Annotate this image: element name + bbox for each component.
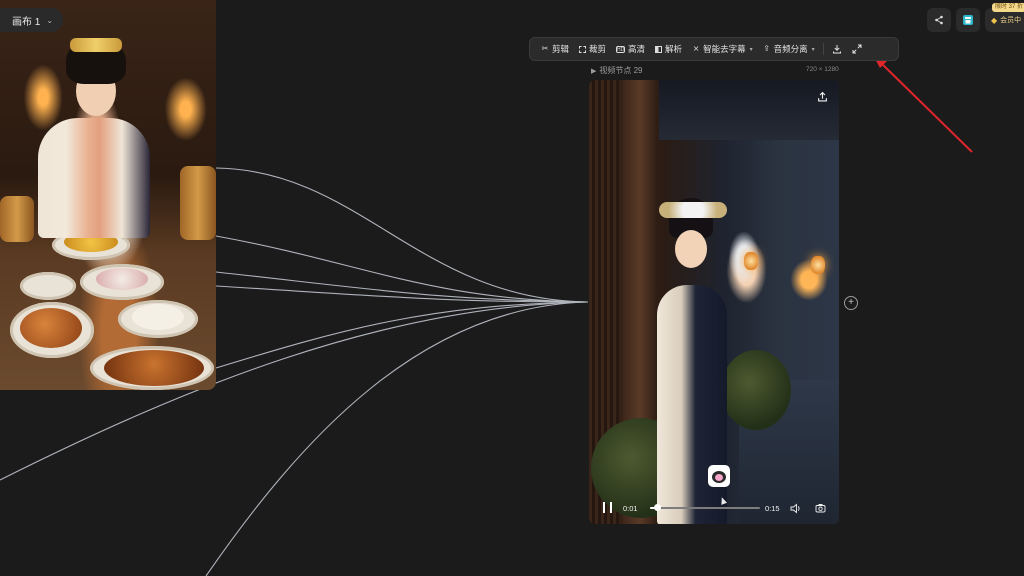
pause-icon[interactable]	[603, 502, 612, 513]
plate	[20, 272, 76, 300]
crop-button[interactable]: 裁剪	[574, 41, 611, 57]
food	[132, 304, 184, 330]
connection-line	[215, 167, 589, 303]
upload-icon	[818, 91, 827, 102]
food	[20, 308, 82, 348]
lantern	[811, 256, 825, 274]
total-time: 0:15	[765, 504, 780, 513]
hd-icon: HD	[616, 45, 626, 53]
share-icon	[935, 15, 943, 25]
food	[104, 350, 204, 386]
expand-button[interactable]	[847, 42, 867, 56]
diamond-icon: ◆	[991, 15, 998, 25]
scissors-icon: ✂	[541, 44, 549, 53]
promo-badge: 限时 37 折	[992, 3, 1024, 12]
crop-label: 裁剪	[589, 44, 607, 54]
chevron-down-icon: ⌄	[46, 15, 54, 25]
camera-icon[interactable]	[815, 503, 826, 513]
hd-label: 高清	[628, 44, 646, 54]
video-toolbar: ✂ 剪辑 裁剪 HD 高清 解析 ⨯ 智能去字幕 ▾ ⇪ 音频分离 ▾	[529, 37, 899, 61]
plus-icon: +	[848, 297, 854, 308]
remove-subtitle-button[interactable]: ⨯ 智能去字幕 ▾	[687, 41, 758, 57]
image-node[interactable]	[0, 0, 216, 390]
video-player[interactable]	[589, 80, 839, 524]
analyze-button[interactable]: 解析	[650, 41, 687, 57]
add-node-button[interactable]: +	[844, 296, 858, 310]
download-button[interactable]	[827, 42, 847, 56]
audio-split-icon: ⇪	[763, 44, 770, 53]
headdress	[659, 202, 727, 218]
cursor-sticker-avatar	[708, 465, 730, 487]
audio-split-label: 音频分离	[773, 44, 808, 54]
upload-button[interactable]	[817, 89, 828, 107]
crop-icon	[579, 45, 587, 53]
figure-face	[675, 230, 707, 268]
toolbar-divider	[822, 43, 824, 55]
roof	[659, 80, 839, 140]
video-controls: 0:01 0:15	[589, 496, 839, 522]
analyze-icon	[655, 45, 663, 53]
edit-label: 剪辑	[552, 44, 570, 54]
figure-robe	[38, 118, 150, 238]
video-dimensions: 720 × 1280	[806, 66, 839, 73]
food	[180, 166, 216, 240]
chevron-down-icon: ▾	[749, 46, 753, 53]
food	[96, 268, 148, 290]
canvas-tab[interactable]: 画布 1 ⌄	[0, 8, 64, 32]
remove-subtitle-label: 智能去字幕	[703, 44, 746, 54]
remove-subtitle-icon: ⨯	[692, 44, 700, 53]
edit-button[interactable]: ✂ 剪辑	[536, 41, 574, 57]
video-node-title: 视频节点 29	[599, 66, 643, 75]
volume-icon[interactable]	[790, 503, 802, 514]
progress-track[interactable]	[650, 507, 760, 509]
audio-split-button[interactable]: ⇪ 音频分离 ▾	[758, 41, 820, 57]
chevron-down-icon: ▾	[811, 46, 815, 53]
store-button[interactable]	[956, 8, 980, 32]
bush	[721, 350, 791, 430]
store-icon	[963, 15, 973, 25]
connection-line	[205, 301, 589, 576]
annotation-arrow	[873, 55, 973, 153]
hd-button[interactable]: HD 高清	[611, 41, 650, 57]
play-triangle-icon: ▶	[591, 67, 597, 75]
current-time: 0:01	[623, 504, 638, 513]
lantern	[744, 252, 758, 270]
expand-icon	[852, 44, 862, 54]
vip-label: 会员中	[1000, 17, 1022, 24]
analyze-label: 解析	[665, 44, 683, 54]
figure-robe	[657, 285, 727, 524]
share-button[interactable]	[927, 8, 951, 32]
headdress	[70, 38, 122, 52]
video-node-header: ▶ 视频节点 29	[591, 65, 643, 76]
canvas-tab-label: 画布 1	[12, 16, 41, 28]
food	[0, 196, 34, 242]
connection-line	[215, 301, 589, 369]
download-icon	[832, 45, 841, 54]
